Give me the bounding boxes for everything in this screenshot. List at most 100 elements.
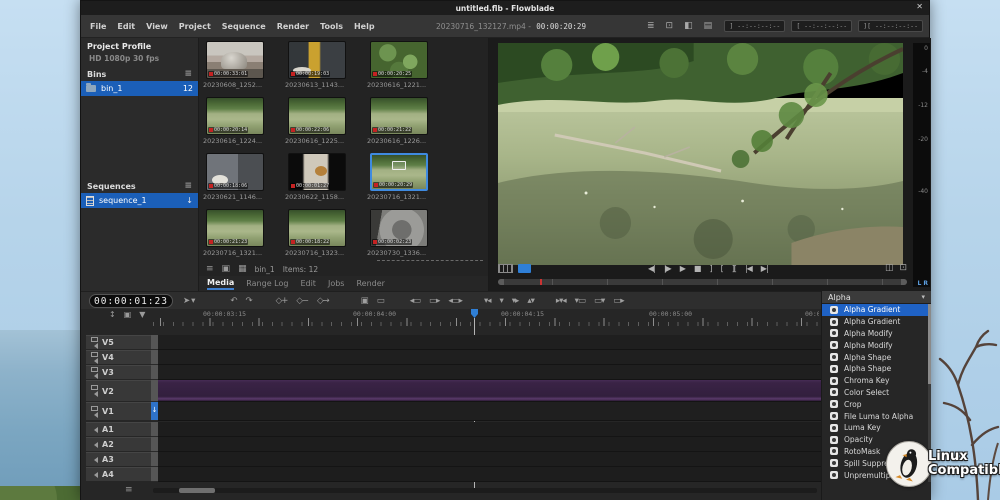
media-item[interactable]: 00:00:20:25 20230616_1221... [367, 41, 445, 89]
playhead-handle[interactable] [471, 309, 478, 318]
monitor-split-icon[interactable]: ◫ [885, 263, 894, 273]
mixer-icon[interactable]: ≣ [647, 21, 655, 31]
track-head-v2[interactable]: V2 [86, 380, 151, 402]
snapping-icon[interactable]: ▣ [124, 310, 132, 319]
track-content-v2[interactable] [158, 380, 821, 402]
track-head-v1[interactable]: V1 [86, 402, 151, 421]
track-content-a1[interactable] [158, 422, 821, 437]
tab-render[interactable]: Render [356, 279, 384, 288]
insert-clip-icon[interactable]: ▾▸ [512, 296, 519, 306]
track-content-v5[interactable] [158, 335, 821, 350]
media-item[interactable]: 00:00:01:27 20230622_1158... [285, 153, 363, 201]
filter-item[interactable]: Color Select [822, 387, 928, 399]
media-item[interactable]: 00:00:22:06 20230616_1225... [285, 97, 363, 145]
audio-levels-icon[interactable]: ◧ [684, 21, 693, 31]
track-gutter[interactable] [151, 335, 158, 350]
track-content-v3[interactable] [158, 365, 821, 380]
timeline-view-icon[interactable] [498, 264, 513, 273]
scrub-mode-icon[interactable]: ▼ [139, 310, 145, 319]
bin-view-icon[interactable]: ▣ [222, 264, 231, 274]
render-range-icon[interactable]: ▭▸ [613, 296, 623, 306]
to-mark-out-button[interactable]: ▶| [761, 264, 768, 273]
menu-help[interactable]: Help [354, 22, 375, 31]
track-content-v1[interactable] [158, 402, 821, 421]
resync-icon[interactable]: ▸▾◂ [556, 296, 566, 306]
media-item[interactable]: 00:00:19:03 20230613_1143... [285, 41, 363, 89]
timeline-ruler[interactable]: 00:00:03:15 00:00:04:00 00:00:04:15 00:0… [153, 309, 819, 327]
track-gutter[interactable] [151, 467, 158, 482]
filter-item[interactable]: Alpha Modify [822, 339, 928, 351]
delete-range-icon[interactable]: ◂▭▸ [448, 296, 462, 306]
media-item[interactable]: 00:00:20:14 20230616_1224... [203, 97, 281, 145]
menu-tools[interactable]: Tools [320, 22, 343, 31]
redo-button[interactable]: ↷ [246, 296, 252, 306]
filters-icon[interactable]: ▤ [704, 21, 713, 31]
mute-clip-icon[interactable]: ▭▾ [594, 296, 604, 306]
sequence-load-icon[interactable]: ↓ [186, 196, 193, 205]
track-content-a3[interactable] [158, 452, 821, 467]
keyframe-add-icon[interactable]: ◇+ [276, 296, 288, 306]
bin-menu-icon[interactable]: ≡ [206, 264, 214, 274]
sequences-menu-icon[interactable]: ≡ [184, 181, 192, 191]
track-gutter[interactable] [151, 380, 158, 402]
menu-sequence[interactable]: Sequence [222, 22, 266, 31]
media-item[interactable]: 00:00:18:22 20230716_1323... [285, 209, 363, 257]
media-item[interactable]: 00:00:21:23 20230716_1321... [203, 209, 281, 257]
keyframe-next-icon[interactable]: ◇→ [317, 296, 329, 306]
next-frame-button[interactable]: |▶ [664, 264, 671, 273]
clear-marks-button[interactable]: ][ [732, 264, 736, 273]
prev-frame-button[interactable]: ◀| [648, 264, 655, 273]
track-head-v3[interactable]: V3 [86, 365, 151, 380]
track-gutter[interactable] [151, 437, 158, 452]
track-head-a3[interactable]: A3 [86, 452, 151, 467]
filter-item[interactable]: Alpha Gradient [822, 304, 928, 316]
monitor-size-icon[interactable]: ⊡ [899, 263, 907, 273]
splice-out-icon[interactable]: ◂▭ [410, 296, 420, 306]
track-gutter[interactable] [151, 452, 158, 467]
track-content-a4[interactable] [158, 467, 821, 482]
play-button[interactable]: ▶ [680, 264, 685, 273]
bin-row[interactable]: bin_1 12 [81, 81, 198, 96]
track-gutter[interactable] [151, 365, 158, 380]
sequence-row[interactable]: sequence_1 ↓ [81, 193, 198, 208]
filter-item[interactable]: Luma Key [822, 422, 928, 434]
tab-range-log[interactable]: Range Log [246, 279, 288, 288]
insert-track-indicator[interactable]: ↓ [151, 402, 158, 421]
media-item[interactable]: 00:00:02:23 20230730_1336... [367, 209, 445, 257]
track-head-a1[interactable]: A1 [86, 422, 151, 437]
tab-edit[interactable]: Edit [300, 279, 316, 288]
filter-group-select[interactable]: Alpha ▾ [822, 291, 931, 304]
titlebar[interactable]: untitled.flb - Flowblade ✕ [81, 1, 929, 15]
timeline-scrollbar-thumb[interactable] [179, 488, 215, 493]
media-item[interactable]: 00:00:33:01 20230608_1252... [203, 41, 281, 89]
filter-item[interactable]: Alpha Modify [822, 328, 928, 340]
filter-item[interactable]: Chroma Key [822, 375, 928, 387]
panel-resize-grip[interactable]: ≡ [125, 485, 133, 495]
timeline-clip[interactable] [158, 380, 821, 401]
mark-out-button[interactable]: [ [721, 264, 723, 273]
track-gutter[interactable] [151, 350, 158, 365]
monitor-position-bar[interactable] [498, 279, 907, 285]
monitor-playhead[interactable] [540, 279, 542, 285]
range-clear-icon[interactable]: ▭ [377, 296, 384, 306]
to-mark-in-button[interactable]: |◀ [745, 264, 752, 273]
lift-icon[interactable]: ▭▸ [429, 296, 439, 306]
mark-in-button[interactable]: ] [709, 264, 711, 273]
track-content-v4[interactable] [158, 350, 821, 365]
track-head-v4[interactable]: V4 [86, 350, 151, 365]
stop-button[interactable]: ■ [694, 264, 701, 273]
timeline-timecode-entry[interactable]: 00:00:01:23 [89, 294, 173, 308]
filter-item[interactable]: File Luma to Alpha [822, 410, 928, 422]
overwrite-range-icon[interactable]: ▾◂ [484, 296, 491, 306]
track-gutter[interactable] [151, 422, 158, 437]
track-content-a2[interactable] [158, 437, 821, 452]
filter-item[interactable]: Alpha Shape [822, 363, 928, 375]
tab-media[interactable]: Media [207, 278, 234, 290]
track-head-v5[interactable]: V5 [86, 335, 151, 350]
split-audio-icon[interactable]: ▾▭ [575, 296, 585, 306]
tool-dropdown-caret-icon[interactable]: ▾ [191, 296, 194, 306]
filter-item[interactable]: Alpha Shape [822, 351, 928, 363]
timeline-scrollbar[interactable] [153, 488, 817, 493]
active-tool-icon[interactable]: ➤ [183, 296, 189, 306]
close-icon[interactable]: ✕ [916, 2, 923, 11]
